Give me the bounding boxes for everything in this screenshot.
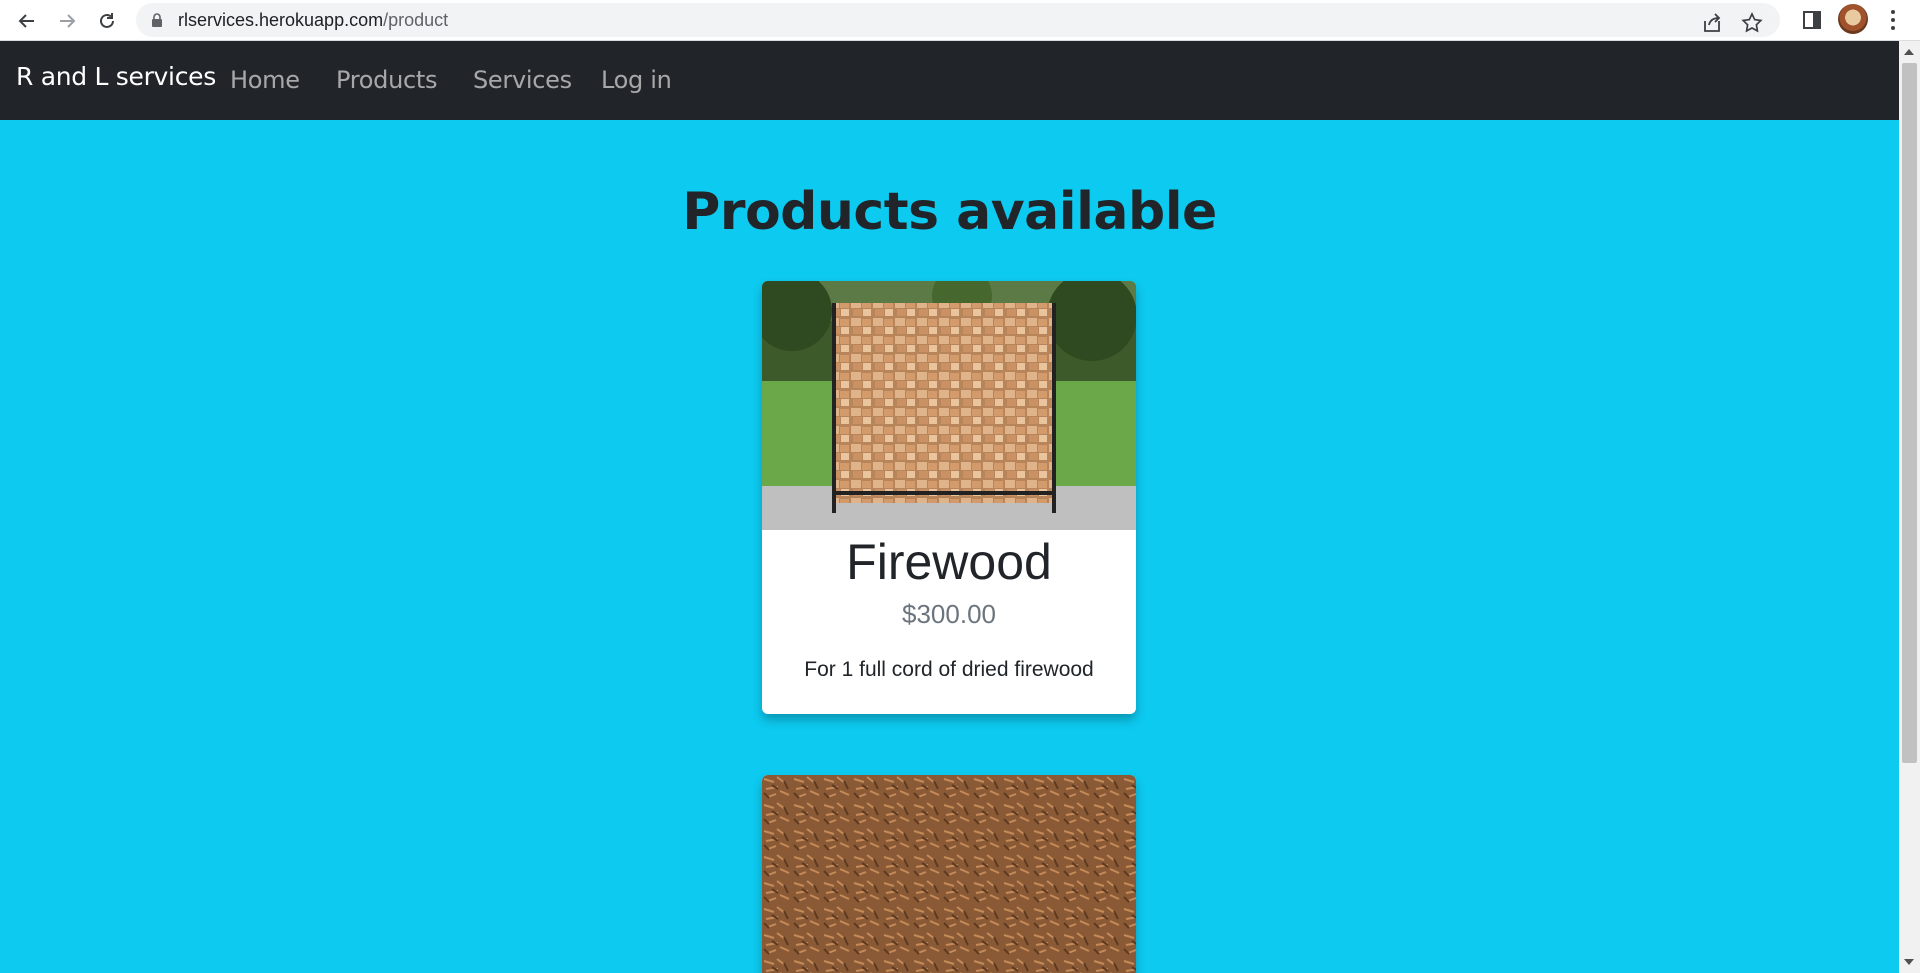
lock-icon xyxy=(152,13,162,27)
nav-link-home[interactable]: Home xyxy=(230,66,300,94)
nav-link-products[interactable]: Products xyxy=(336,66,438,94)
page-title: Products available xyxy=(682,182,1217,242)
reload-button[interactable] xyxy=(92,6,122,36)
back-button[interactable] xyxy=(12,6,42,36)
url-text: rlservices.herokuapp.com/product xyxy=(178,10,448,31)
profile-avatar[interactable] xyxy=(1838,4,1868,34)
arrow-right-icon xyxy=(60,14,76,28)
mulch-picture xyxy=(762,775,1136,973)
side-panel-icon[interactable] xyxy=(1800,8,1824,32)
scroll-thumb[interactable] xyxy=(1902,63,1917,763)
site-navbar: R and L services Home Products Services … xyxy=(0,41,1899,120)
nav-link-services[interactable]: Services xyxy=(473,66,572,94)
brand-link[interactable]: R and L services xyxy=(16,62,216,91)
product-name: Firewood xyxy=(846,534,1052,590)
nav-link-login[interactable]: Log in xyxy=(601,66,672,94)
product-price: $300.00 xyxy=(902,599,996,629)
reload-icon xyxy=(100,13,114,28)
url-path: /product xyxy=(383,10,449,30)
share-icon[interactable] xyxy=(1700,11,1724,35)
scroll-up-arrow-icon[interactable] xyxy=(1904,49,1914,55)
main-content: Products available Firewood $300.00 For … xyxy=(0,120,1899,973)
product-card: Firewood $300.00 For 1 full cord of drie… xyxy=(762,281,1136,714)
scroll-down-arrow-icon[interactable] xyxy=(1904,959,1914,965)
bookmark-star-icon[interactable] xyxy=(1740,11,1764,35)
url-host: rlservices.herokuapp.com xyxy=(178,10,384,30)
firewood-image xyxy=(762,281,1136,530)
firewood-rack-picture xyxy=(762,281,1136,530)
browser-toolbar: rlservices.herokuapp.com/product xyxy=(0,0,1920,41)
arrow-left-icon xyxy=(18,14,34,28)
product-card xyxy=(762,775,1136,973)
page-scrollbar[interactable] xyxy=(1899,41,1920,973)
browser-menu-icon[interactable] xyxy=(1884,6,1902,34)
mulch-image xyxy=(762,775,1136,973)
address-bar[interactable]: rlservices.herokuapp.com/product xyxy=(136,3,1780,37)
forward-button[interactable] xyxy=(52,6,82,36)
product-description: For 1 full cord of dried firewood xyxy=(804,658,1094,681)
